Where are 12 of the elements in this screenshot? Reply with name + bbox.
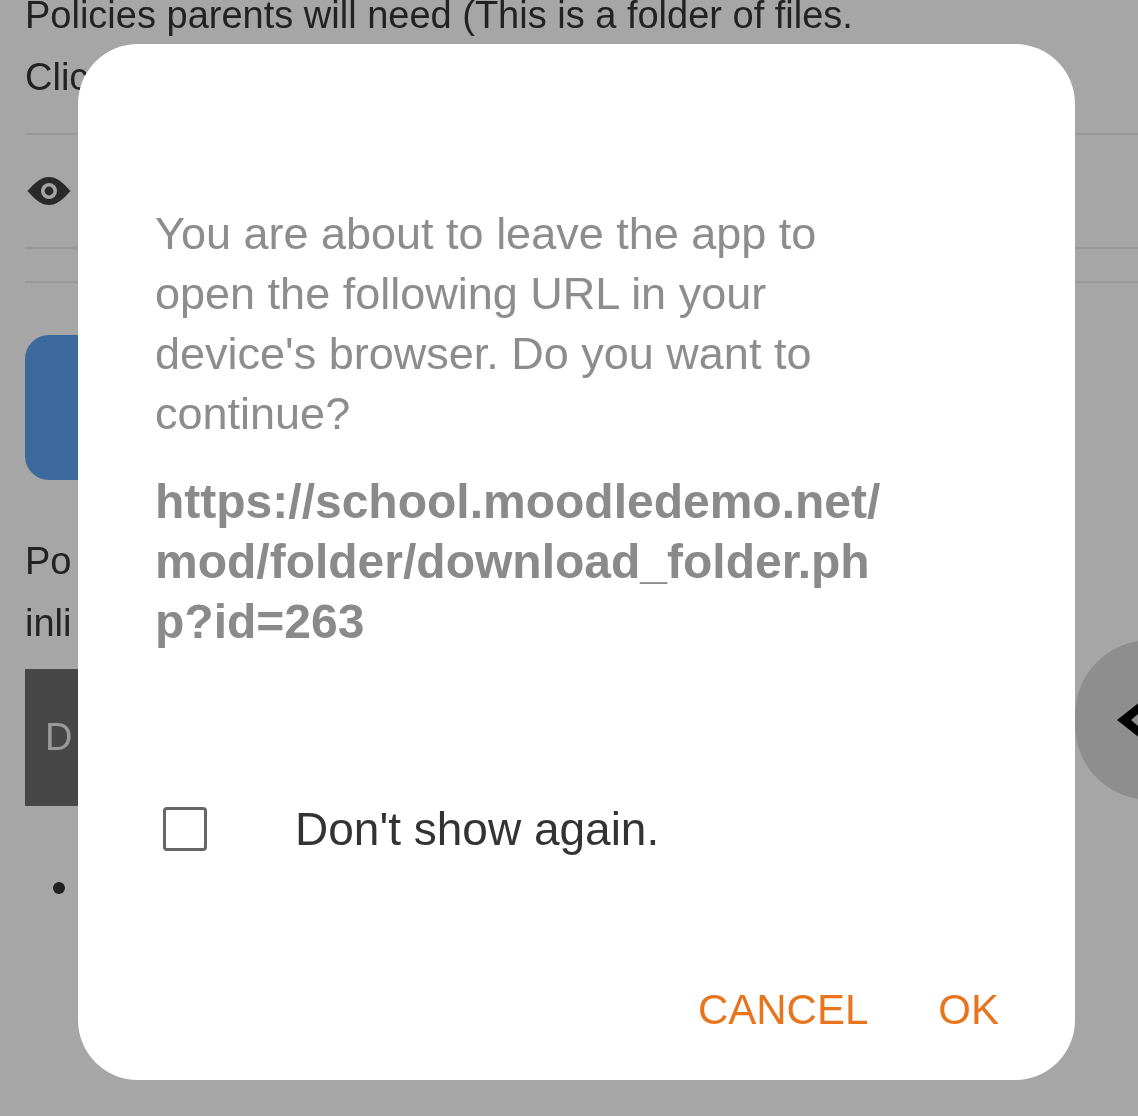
bullet-icon — [53, 882, 65, 894]
checkbox[interactable] — [163, 807, 207, 851]
heading-text: Policies parents will need (This is a folder of files. — [25, 0, 853, 38]
dialog-url: https://school.moodledemo.net/mod/folder/download_folder.php?id=263 — [155, 474, 882, 650]
paragraph-text: inli — [25, 601, 72, 646]
paragraph-text: Po — [25, 539, 72, 584]
dialog-message: You are about to leave the app to open the following URL in your device's browser. Do you want to continue? — [155, 207, 818, 441]
eye-icon — [25, 175, 73, 207]
heading-text: Clic — [25, 55, 89, 100]
checkbox-label[interactable]: Don't show again. — [295, 802, 660, 856]
dialog-button[interactable]: CANCEL — [697, 986, 869, 1034]
dialog-button[interactable]: OK — [938, 986, 999, 1034]
